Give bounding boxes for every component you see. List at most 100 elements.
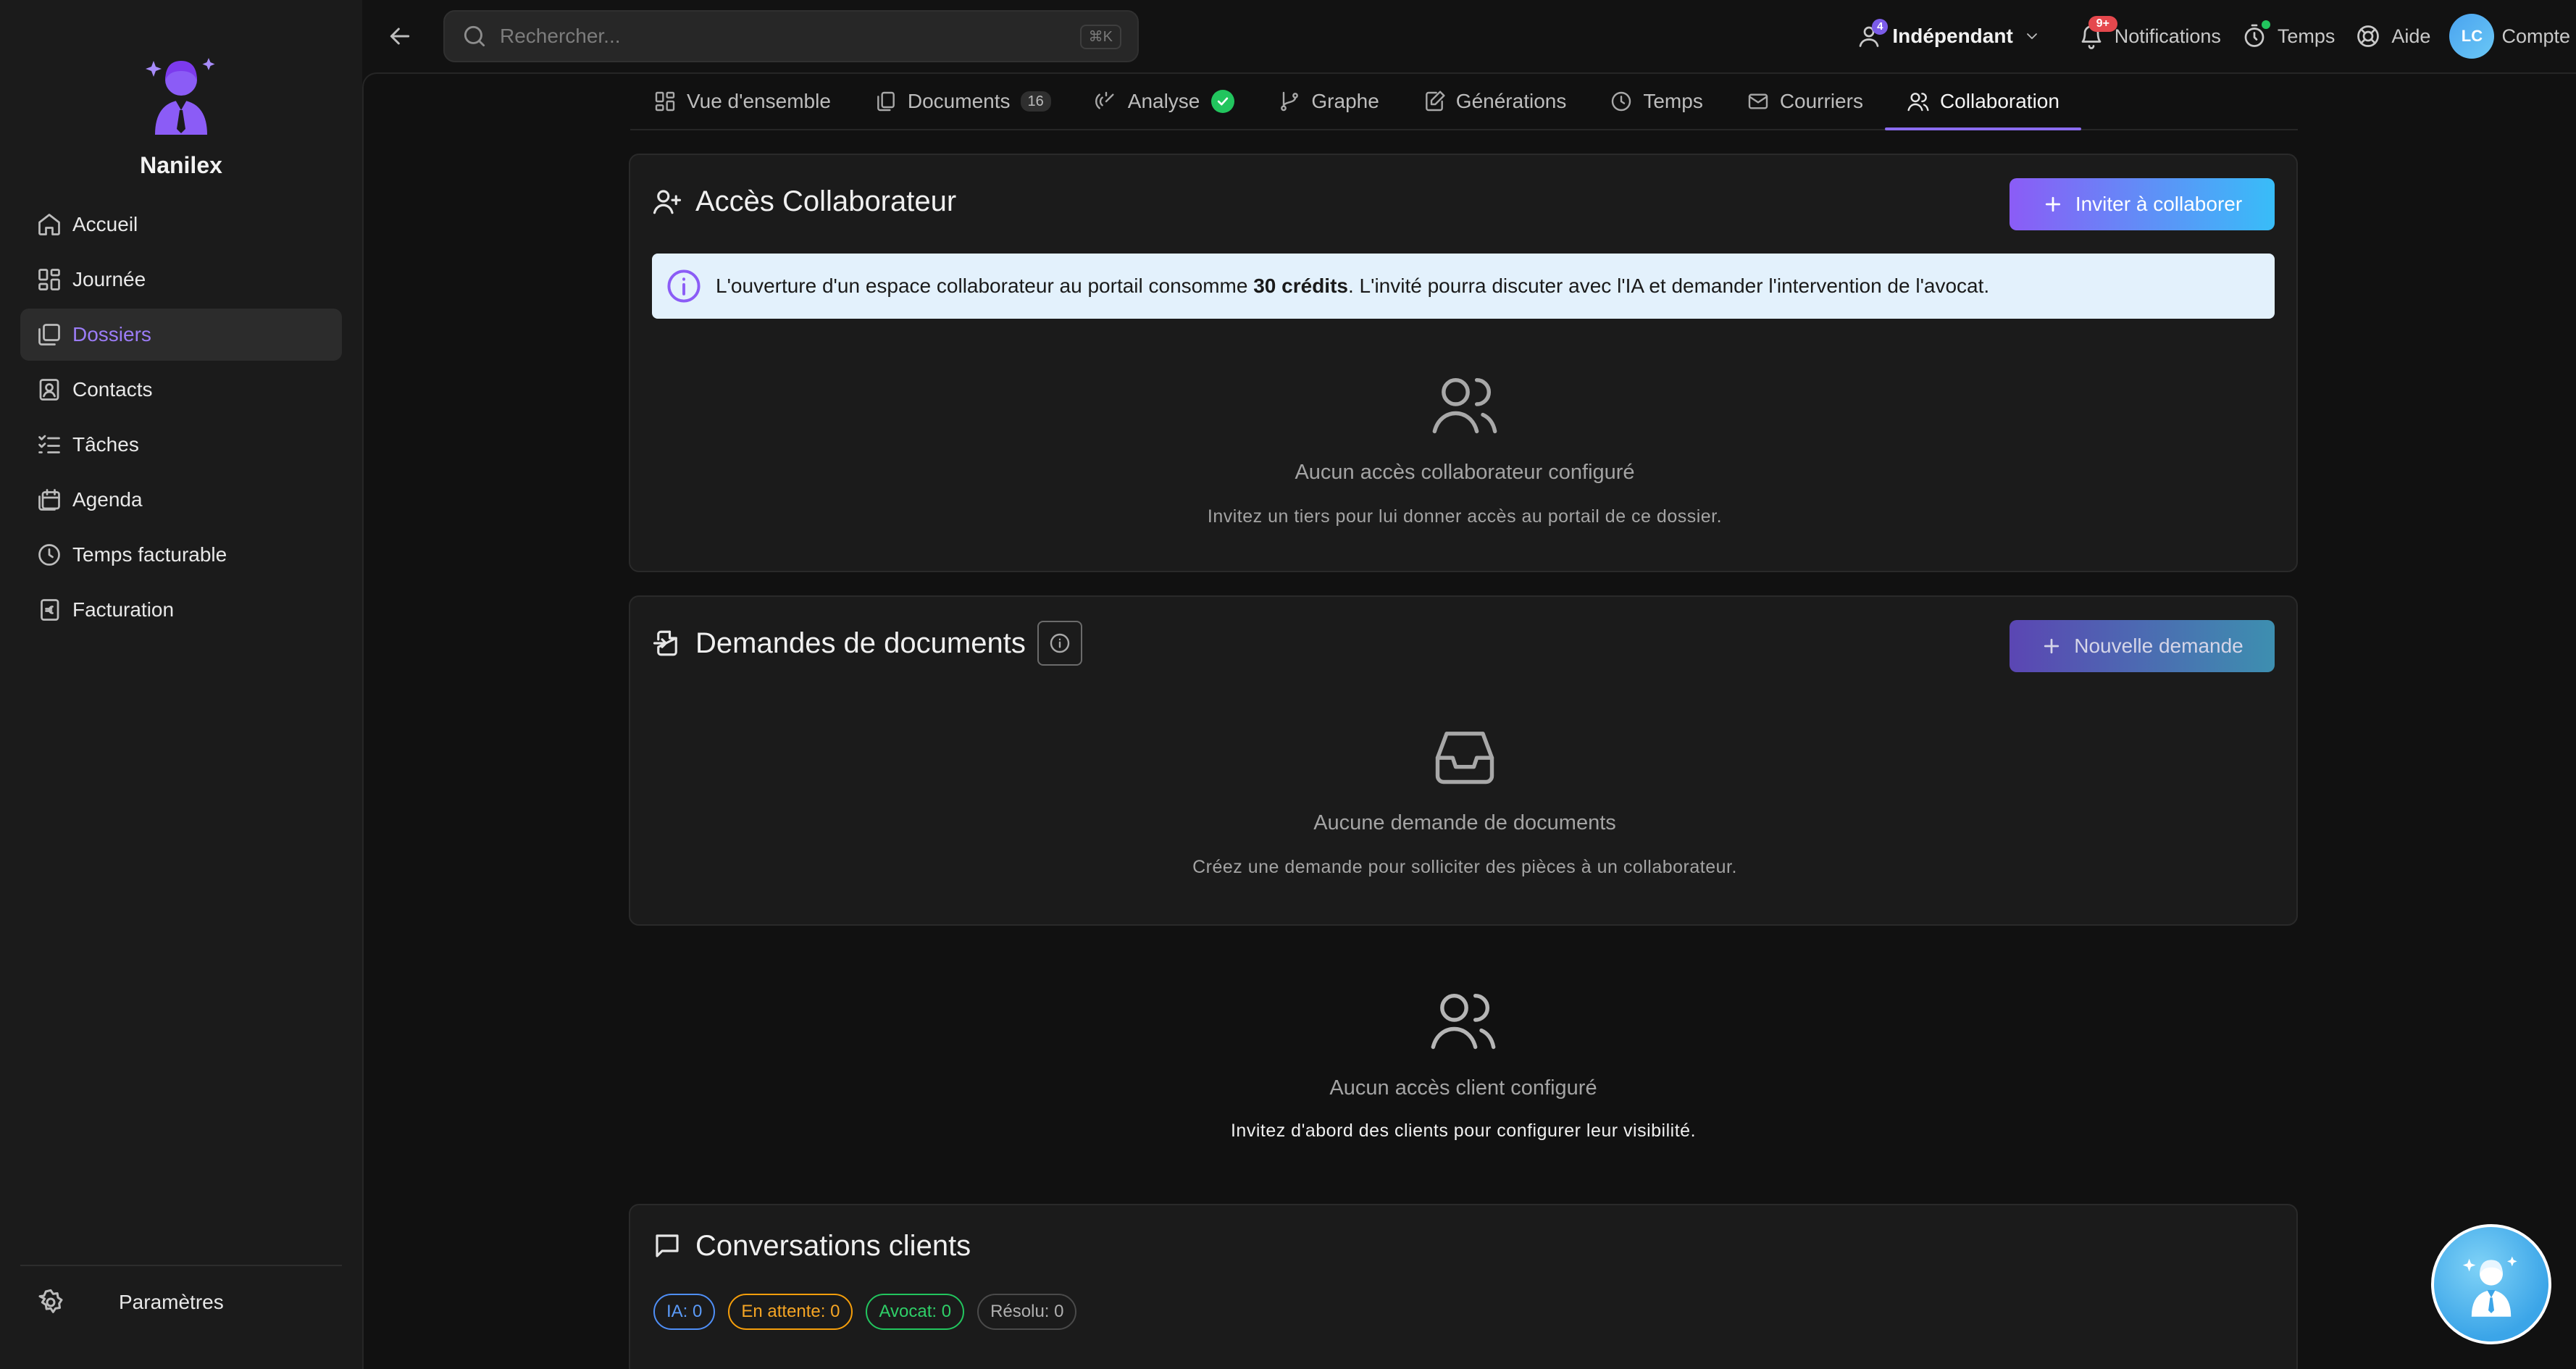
sidebar-item-accueil[interactable]: Accueil <box>20 198 342 251</box>
plan-selector[interactable]: 4 Indépendant <box>1856 19 2041 49</box>
sidebar-item-temps-facturable[interactable]: Temps facturable <box>20 529 342 581</box>
button-label: Nouvelle demande <box>2074 635 2243 657</box>
sidebar-item-agenda[interactable]: Agenda <box>20 474 342 526</box>
sidebar-item-facturation[interactable]: Facturation <box>20 584 342 636</box>
app-name: Nanilex <box>140 152 222 178</box>
settings-label: Paramètres <box>119 1291 224 1313</box>
brand[interactable]: Nanilex <box>0 51 362 179</box>
avatar: LC <box>2449 14 2495 59</box>
empty-subtitle: Invitez d'abord des clients pour configu… <box>1230 1121 1697 1141</box>
empty-subtitle: Invitez un tiers pour lui donner accès a… <box>1207 506 1723 527</box>
folders-icon <box>36 322 62 348</box>
search-icon <box>461 22 488 50</box>
notifications-badge: 9+ <box>2088 16 2117 32</box>
user-icon: 4 <box>1856 19 1889 49</box>
banner-text-suffix: . L'invité pourra discuter avec l'IA et … <box>1347 275 1990 297</box>
dossier-tabs: Vue d'ensemble Documents 16 Analyse Grap… <box>630 74 2298 130</box>
chevron-down-icon <box>2023 28 2041 45</box>
time-label: Temps <box>2277 25 2335 47</box>
tab-courriers[interactable]: Courriers <box>1725 74 1885 129</box>
banner-text: L'ouverture d'un espace collaborateur au… <box>716 275 1989 298</box>
document-requests-card: Demandes de documents Nouvelle demande A… <box>629 595 2298 926</box>
card-title: Demandes de documents <box>695 627 1026 659</box>
inbox-icon <box>1429 719 1501 791</box>
account-button[interactable]: LC Compte <box>2449 14 2570 59</box>
invite-collaborator-button[interactable]: Inviter à collaborer <box>2010 178 2275 230</box>
calendar-icon <box>36 487 62 513</box>
tab-label: Collaboration <box>1939 90 2059 112</box>
tab-temps[interactable]: Temps <box>1588 74 1724 129</box>
user-plus-icon <box>652 186 682 217</box>
info-icon <box>1050 633 1070 653</box>
ai-assistant-button[interactable] <box>2431 1224 2551 1344</box>
document-requests-empty-state: Aucune demande de documents Créez une de… <box>630 719 2299 878</box>
client-access-empty-state: Aucun accès client configuré Invitez d'a… <box>629 984 2298 1142</box>
file-import-icon <box>652 628 682 658</box>
empty-title: Aucune demande de documents <box>1313 811 1616 834</box>
timer-status-dot <box>2261 20 2270 29</box>
tab-vue-ensemble[interactable]: Vue d'ensemble <box>630 74 853 129</box>
button-label: Inviter à collaborer <box>2075 193 2243 215</box>
git-branch-icon <box>1278 90 1301 113</box>
info-circle-icon <box>665 267 703 305</box>
sidebar-item-label: Agenda <box>72 488 143 511</box>
tab-analyse[interactable]: Analyse <box>1073 74 1257 129</box>
card-header: Accès Collaborateur <box>652 165 956 238</box>
tab-documents[interactable]: Documents 16 <box>853 74 1073 129</box>
empty-title: Aucun accès client configuré <box>1329 1076 1597 1100</box>
info-button[interactable] <box>1037 621 1082 666</box>
new-document-request-button[interactable]: Nouvelle demande <box>2010 620 2275 672</box>
sidebar-item-label: Dossiers <box>72 323 151 346</box>
sidebar-item-dossiers[interactable]: Dossiers <box>20 309 342 361</box>
edit-doc-icon <box>1423 90 1446 113</box>
tab-label: Documents <box>907 90 1011 112</box>
sidebar-item-taches[interactable]: Tâches <box>20 419 342 471</box>
tab-label: Analyse <box>1127 90 1200 112</box>
help-label: Aide <box>2391 25 2431 47</box>
help-button[interactable]: Aide <box>2355 23 2430 49</box>
search-bar[interactable]: ⌘K <box>443 10 1139 62</box>
users-icon <box>1429 368 1501 440</box>
sidebar-item-contacts[interactable]: Contacts <box>20 364 342 416</box>
tab-label: Temps <box>1643 90 1703 112</box>
back-button[interactable] <box>385 22 414 51</box>
sidebar-divider <box>20 1265 342 1266</box>
empty-subtitle: Créez une demande pour solliciter des pi… <box>1192 857 1737 877</box>
contact-book-icon <box>36 377 62 403</box>
users-icon <box>1427 984 1500 1056</box>
filter-resolu[interactable]: Résolu: 0 <box>977 1294 1077 1330</box>
sidebar-item-journee[interactable]: Journée <box>20 254 342 306</box>
tab-label: Courriers <box>1779 90 1863 112</box>
client-conversations-card: Conversations clients IA: 0 En attente: … <box>629 1204 2298 1369</box>
sidebar-item-label: Tâches <box>72 433 139 456</box>
sidebar-nav: Accueil Journée Dossiers Contacts Tâches… <box>20 198 342 639</box>
filter-avocat[interactable]: Avocat: 0 <box>866 1294 965 1330</box>
search-input[interactable] <box>500 25 1050 48</box>
plus-icon <box>2041 635 2062 657</box>
topbar-actions: 4 Indépendant 9+ Notifications Temps Aid… <box>1831 13 2570 59</box>
notifications-button[interactable]: 9+ Notifications <box>2078 16 2221 49</box>
collaborator-empty-state: Aucun accès collaborateur configuré Invi… <box>630 368 2299 527</box>
assistant-avatar-icon <box>2462 1256 2517 1317</box>
lifebuoy-icon <box>2355 23 2381 49</box>
tab-generations[interactable]: Générations <box>1401 74 1589 129</box>
overview-grid-icon <box>653 90 677 113</box>
users-icon <box>1907 90 1930 113</box>
time-tracker-button[interactable]: Temps <box>2241 20 2335 49</box>
gear-icon <box>36 1288 65 1317</box>
message-square-icon <box>652 1231 682 1261</box>
filter-en-attente[interactable]: En attente: 0 <box>728 1294 853 1330</box>
filter-ia[interactable]: IA: 0 <box>653 1294 716 1330</box>
tab-graphe[interactable]: Graphe <box>1256 74 1400 129</box>
settings-button[interactable]: Paramètres <box>36 1288 224 1317</box>
collaborator-access-card: Accès Collaborateur Inviter à collaborer… <box>629 154 2298 572</box>
sidebar-item-label: Journée <box>72 268 146 290</box>
tab-label: Graphe <box>1311 90 1379 112</box>
analysis-icon <box>1095 90 1118 113</box>
tab-collaboration[interactable]: Collaboration <box>1884 74 2081 130</box>
sidebar-item-label: Accueil <box>72 213 138 235</box>
conversation-status-filters: IA: 0 En attente: 0 Avocat: 0 Résolu: 0 <box>653 1294 1090 1330</box>
clock-icon <box>1610 90 1633 113</box>
sidebar-item-label: Contacts <box>72 378 153 401</box>
nanilex-logo-icon <box>138 51 225 138</box>
